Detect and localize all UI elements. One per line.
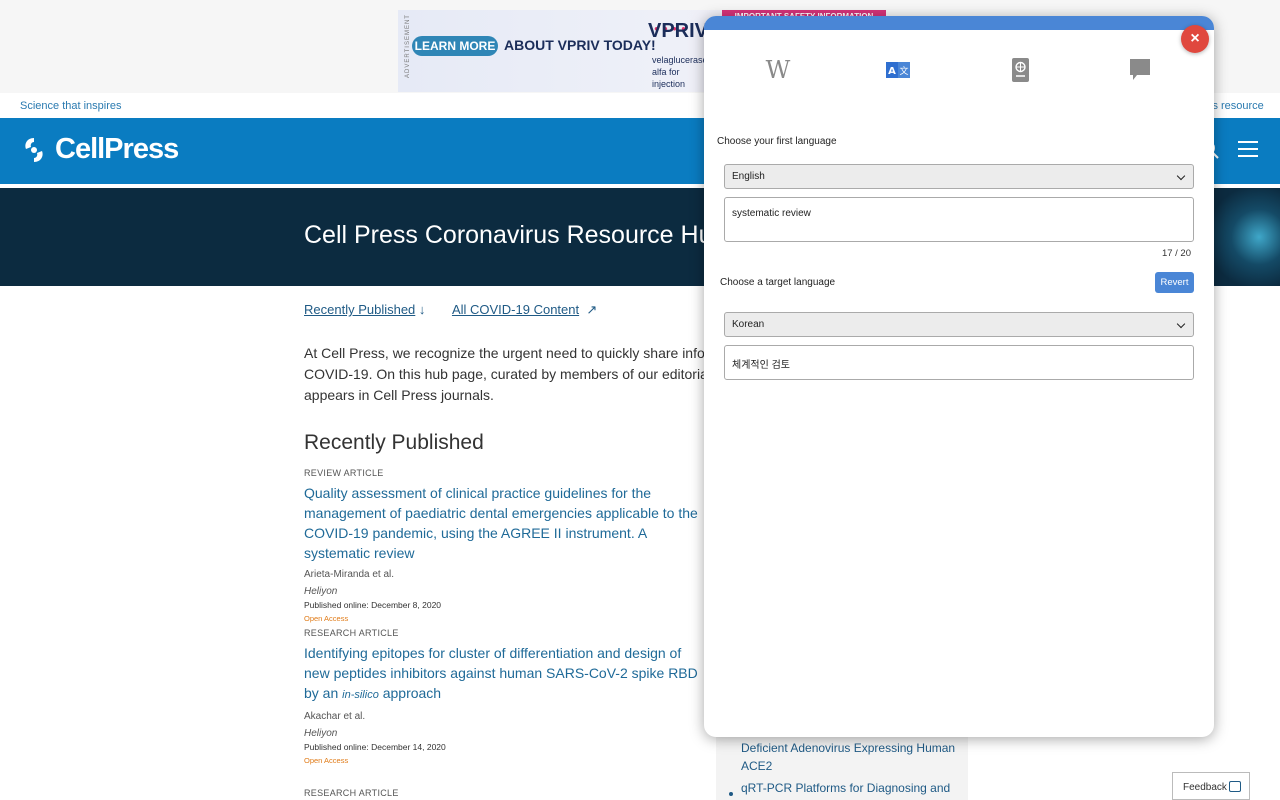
anchor-nav: Recently Published ↓ All COVID-19 Conten… [304,302,597,318]
ad-brand-logo: VPRIV [648,20,709,42]
ad-brand-sub: velaglucerase alfa for injection [652,55,708,89]
article-date: Published online: December 8, 2020 [304,600,442,610]
article-authors: Akachar et al. [304,711,366,722]
hero-decoration [1210,188,1280,286]
article-journal: Heliyon [304,728,338,739]
translator-popup: W A 文 Choose your first language English… [704,16,1214,737]
recently-published-link[interactable]: Recently Published [304,302,415,317]
article-type: RESEARCH ARTICLE [304,628,399,638]
ad-headline: ABOUT VPRIV TODAY! [504,37,656,53]
all-covid-content-link[interactable]: All COVID-19 Content [452,302,579,317]
sidebar-list-item[interactable]: qRT-PCR Platforms for Diagnosing and [741,779,961,797]
open-access-badge: Open Access [304,756,349,765]
cellpress-logo-icon[interactable] [22,136,46,164]
sidebar-list: Deficient Adenovirus Expressing Human AC… [716,730,968,800]
cellpress-logo-text[interactable]: CellPress [55,133,179,166]
article-title-link[interactable]: Quality assessment of clinical practice … [304,483,704,563]
article-journal: Heliyon [304,586,338,597]
external-arrow-icon[interactable]: ↗ [583,302,597,317]
source-text-value: systematic review [732,208,811,219]
open-access-badge: Open Access [304,614,349,623]
wikipedia-icon[interactable]: W [764,56,792,84]
source-text-input[interactable]: systematic review [724,197,1194,242]
article-title-link[interactable]: Identifying epitopes for cluster of diff… [304,643,704,705]
popup-top-bar [704,16,1214,30]
ad-vertical-label: ADVERTISEMENT [404,14,411,78]
speech-bubble-icon [1229,781,1241,792]
article-date: Published online: December 14, 2020 [304,742,446,752]
article-card: REVIEW ARTICLE Quality assessment of cli… [304,468,704,623]
first-language-select[interactable]: English [724,164,1194,189]
intro-line: At Cell Press, we recognize the urgent n… [304,345,714,361]
article-authors: Arieta-Miranda et al. [304,569,395,580]
chevron-down-icon [1176,319,1186,329]
char-counter: 17 / 20 [1161,248,1191,259]
resource-link[interactable]: is resource [1210,100,1264,112]
close-icon[interactable]: × [1181,25,1209,53]
first-language-label: Choose your first language [717,136,837,147]
target-language-label: Choose a target language [720,277,836,288]
page-title: Cell Press Coronavirus Resource Hub [304,221,727,249]
tagline-link[interactable]: Science that inspires [20,100,122,112]
feedback-button[interactable]: Feedback [1172,772,1250,800]
target-language-select[interactable]: Korean [724,312,1194,337]
revert-button[interactable]: Revert [1155,272,1194,293]
intro-line: appears in Cell Press journals. [304,387,494,403]
recently-published-heading: Recently Published [304,431,484,454]
article-card: RESEARCH ARTICLE Identifying epitopes fo… [304,628,704,765]
chat-icon[interactable] [1126,56,1154,84]
article-type: RESEARCH ARTICLE [304,788,399,798]
chevron-down-icon [1176,171,1186,181]
target-language-value: Korean [732,319,765,330]
intro-paragraph: At Cell Press, we recognize the urgent n… [304,343,714,406]
translate-icon[interactable]: A 文 [884,56,912,84]
ad-learn-more-button[interactable]: LEARN MORE [412,36,498,56]
browser-page: ADVERTISEMENT LEARN MORE ABOUT VPRIV TOD… [0,0,1280,800]
list-bullet [729,792,733,796]
translation-output[interactable]: 체계적인 검토 [724,345,1194,380]
svg-text:文: 文 [899,65,908,77]
article-type: REVIEW ARTICLE [304,468,384,478]
hamburger-menu-icon[interactable] [1238,141,1258,159]
feedback-label: Feedback [1183,782,1227,793]
intro-line: COVID-19. On this hub page, curated by m… [304,366,714,382]
translation-value: 체계적인 검토 [732,360,790,371]
arrow-down-icon[interactable]: ↓ [419,302,426,317]
article-card: RESEARCH ARTICLE [304,788,704,800]
svg-text:A: A [888,66,896,77]
sidebar-list-item[interactable]: Deficient Adenovirus Expressing Human AC… [741,739,961,775]
dictionary-icon[interactable] [1006,56,1034,84]
first-language-value: English [732,171,765,182]
